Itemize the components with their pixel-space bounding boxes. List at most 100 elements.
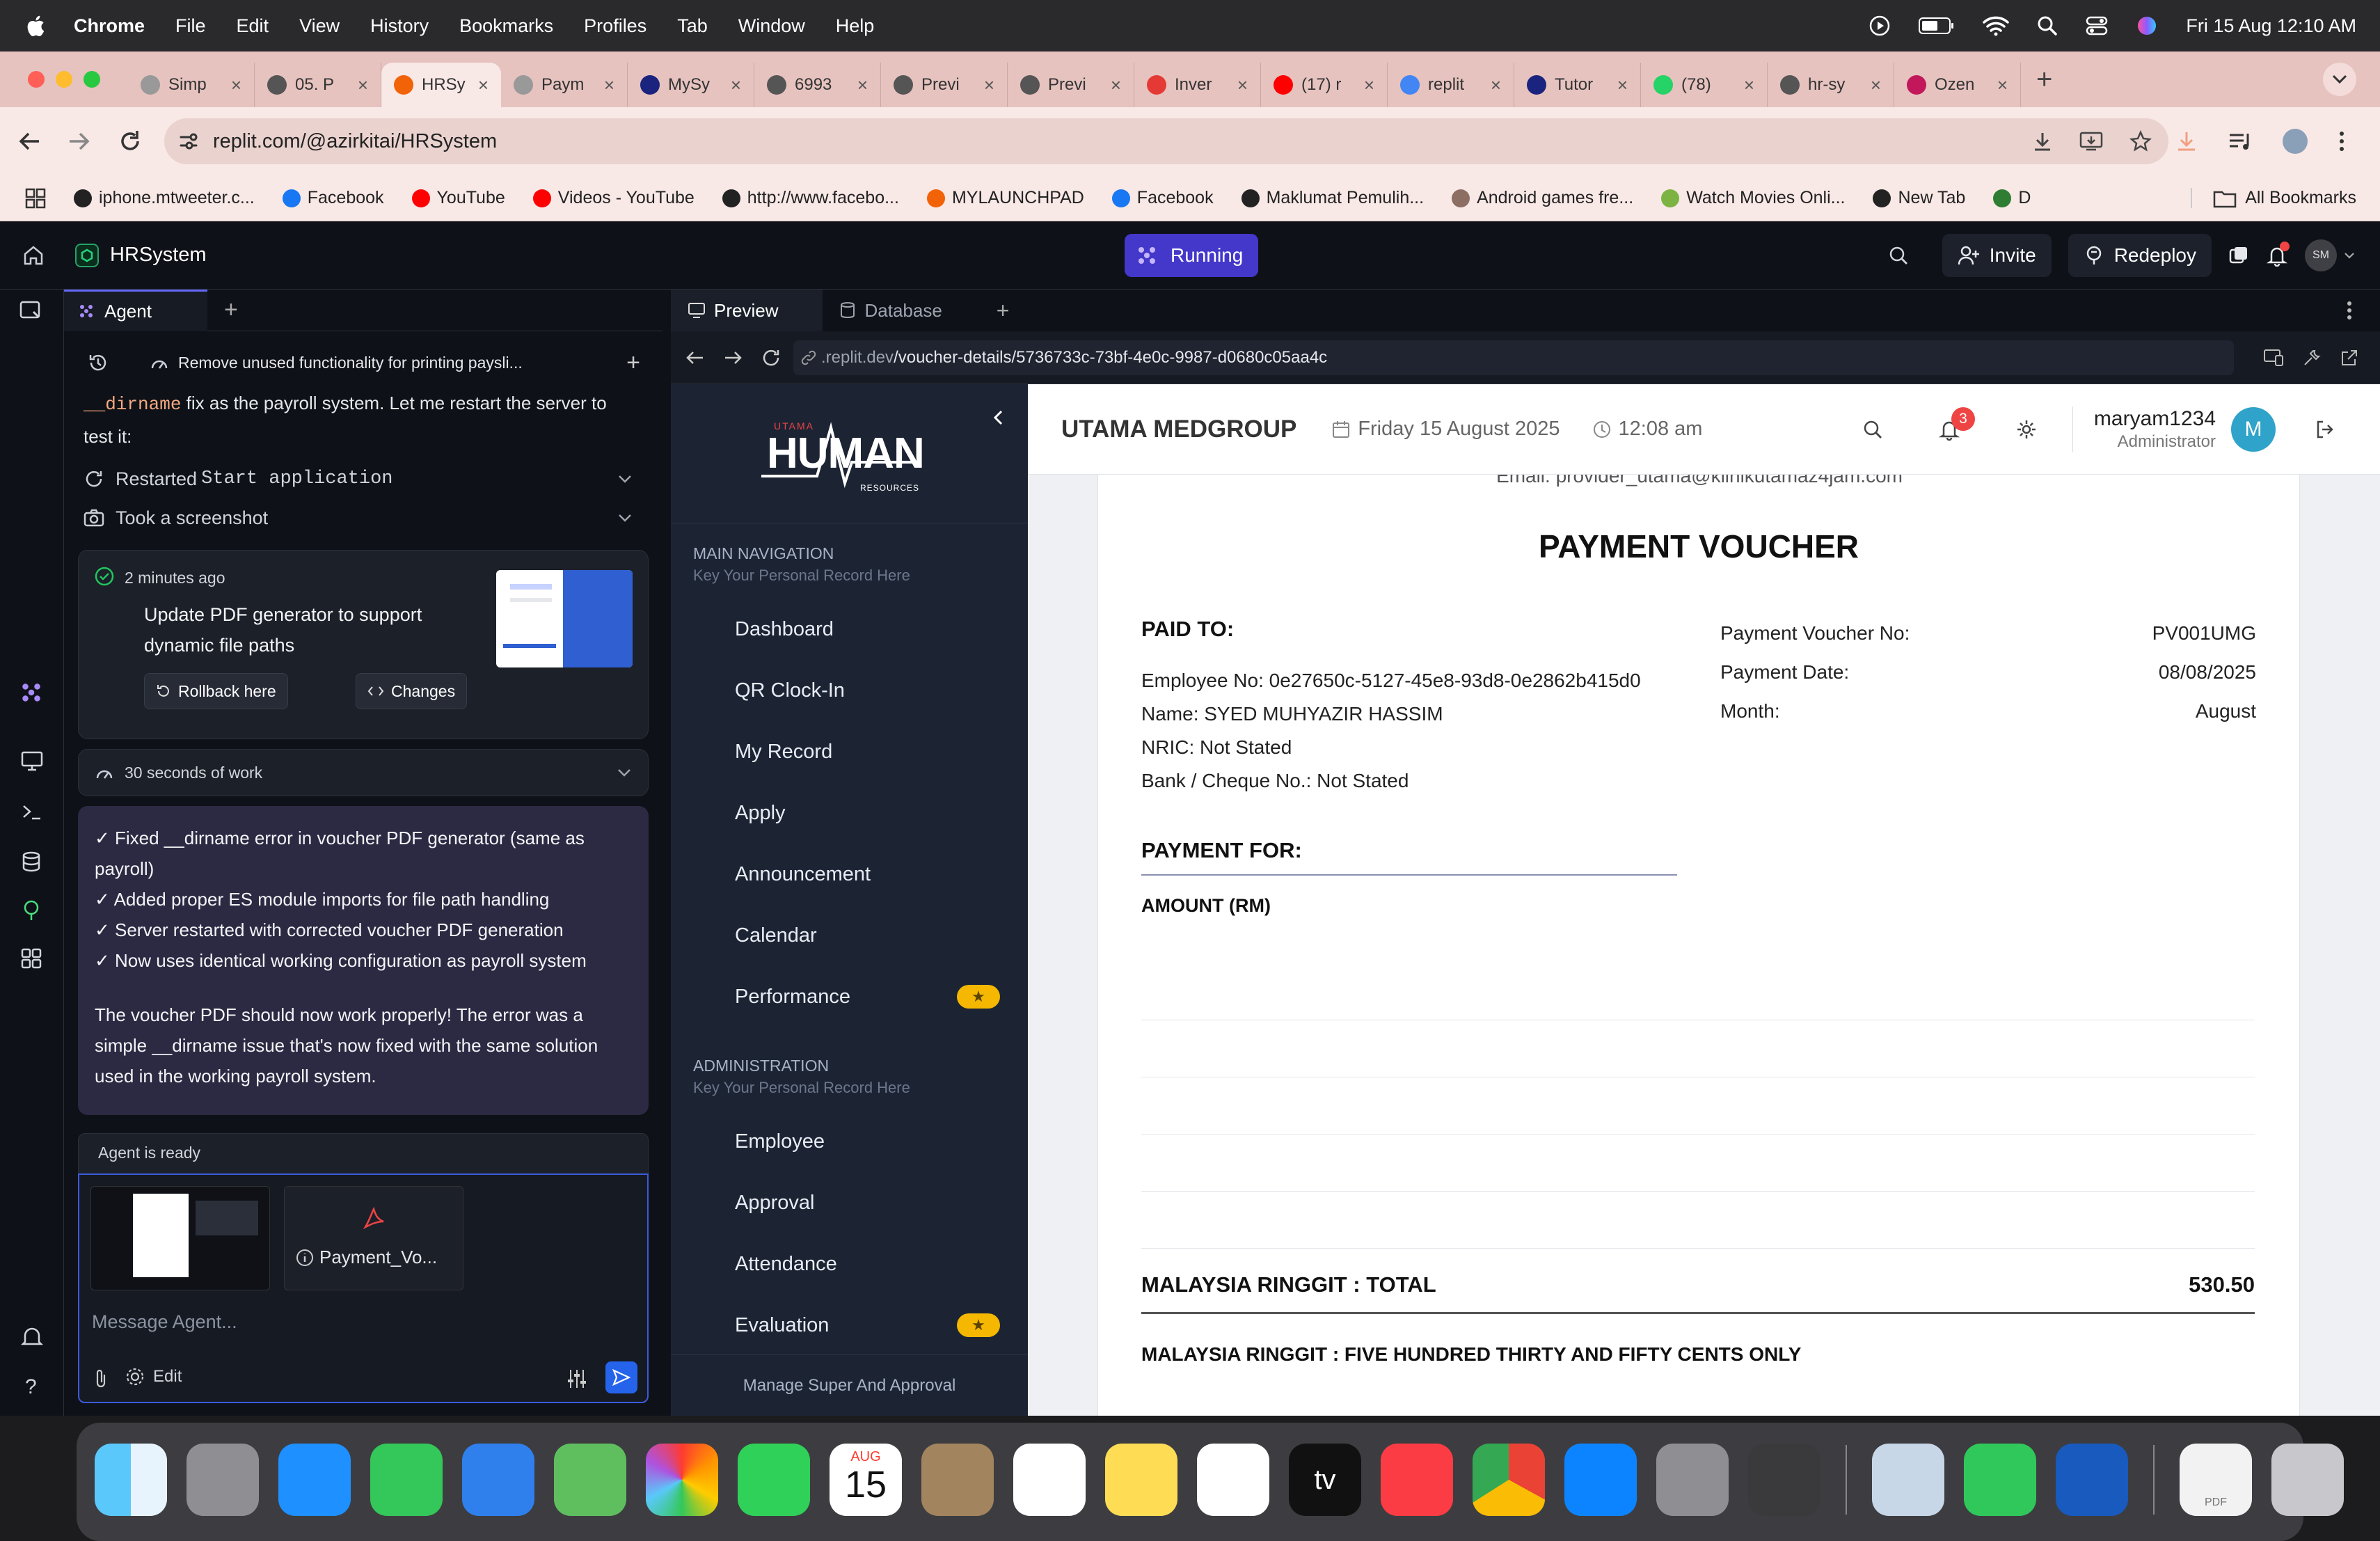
close-tab-icon[interactable]: ×: [977, 74, 994, 96]
battery-icon[interactable]: [1919, 17, 1955, 35]
tab-search-button[interactable]: [2323, 63, 2356, 96]
user-avatar[interactable]: M: [2231, 406, 2276, 452]
shell-icon[interactable]: [21, 802, 43, 821]
freeform-icon[interactable]: [1197, 1444, 1269, 1516]
word-icon[interactable]: [2056, 1444, 2128, 1516]
browser-tab[interactable]: Previ ×: [881, 63, 1008, 107]
close-tab-icon[interactable]: ×: [1104, 74, 1121, 96]
bookmark-item[interactable]: iphone.mtweeter.c...: [74, 188, 255, 208]
media-control-icon[interactable]: [2228, 131, 2252, 152]
notifications-button[interactable]: [2266, 241, 2290, 267]
close-tab-icon[interactable]: ×: [471, 74, 489, 96]
history-icon[interactable]: [88, 352, 109, 373]
bookmark-item[interactable]: Maklumat Pemulih...: [1241, 188, 1424, 208]
preview-url-field[interactable]: .replit.dev/voucher-details/5736733c-73b…: [793, 340, 2234, 375]
tab-agent[interactable]: Agent: [64, 289, 207, 331]
all-tools-icon[interactable]: [21, 948, 42, 969]
rollback-button[interactable]: Rollback here: [144, 673, 288, 709]
menu-file[interactable]: File: [175, 15, 206, 37]
sidebar-item-evaluation[interactable]: Evaluation ★: [671, 1295, 1028, 1356]
download-icon[interactable]: [2032, 131, 2053, 152]
checkpoint-thumbnail[interactable]: [496, 570, 633, 667]
back-icon[interactable]: [685, 349, 704, 366]
play-status-icon[interactable]: [1869, 15, 1891, 37]
menu-profiles[interactable]: Profiles: [584, 15, 646, 37]
menu-tab[interactable]: Tab: [677, 15, 708, 37]
numbers-icon[interactable]: [1964, 1444, 2036, 1516]
siri-icon[interactable]: [2136, 15, 2158, 37]
preview-monitor-icon[interactable]: [21, 750, 43, 771]
apple-icon[interactable]: [25, 14, 46, 38]
sidebar-item-apply[interactable]: Apply: [671, 782, 1028, 844]
add-tab-button[interactable]: +: [224, 297, 238, 324]
more-menu-icon[interactable]: [2338, 130, 2345, 152]
close-tab-icon[interactable]: ×: [1737, 74, 1754, 96]
music-icon[interactable]: [1381, 1444, 1453, 1516]
photos-icon[interactable]: [646, 1444, 718, 1516]
app-store-icon[interactable]: [1564, 1444, 1637, 1516]
search-icon[interactable]: [1888, 245, 1909, 266]
calendar-app-icon[interactable]: AUG 15: [830, 1444, 902, 1516]
attached-screenshot[interactable]: [90, 1186, 270, 1290]
clock-datetime[interactable]: Fri 15 Aug 12:10 AM: [2186, 15, 2356, 37]
apple-tv-icon[interactable]: tv: [1289, 1444, 1361, 1516]
sidebar-item-qr-clock-in[interactable]: QR Clock-In: [671, 660, 1028, 721]
sidebar-item-employee[interactable]: Employee: [671, 1111, 1028, 1172]
bookmark-item[interactable]: YouTube: [411, 188, 505, 208]
agent-icon[interactable]: [19, 681, 43, 704]
browser-tab[interactable]: 6993 ×: [754, 63, 881, 107]
bookmark-star-icon[interactable]: [2129, 130, 2152, 152]
close-tab-icon[interactable]: ×: [724, 74, 741, 96]
minimize-window-button[interactable]: [56, 71, 72, 88]
user-info[interactable]: maryam1234 Administrator: [2094, 407, 2216, 452]
sidebar-item-performance[interactable]: Performance ★: [671, 966, 1028, 1027]
help-icon[interactable]: ?: [25, 1375, 37, 1399]
browser-tab[interactable]: Previ ×: [1008, 63, 1134, 107]
browser-tab[interactable]: Ozen ×: [1894, 63, 2021, 107]
profile-avatar[interactable]: [2283, 129, 2308, 154]
devtools-wrench-icon[interactable]: [2302, 348, 2322, 368]
install-app-icon[interactable]: [2079, 131, 2103, 152]
maps-icon[interactable]: [554, 1444, 626, 1516]
browser-tab[interactable]: 05. P ×: [255, 63, 381, 107]
more-menu-icon[interactable]: [2347, 301, 2352, 320]
account-menu[interactable]: SM: [2305, 239, 2355, 271]
new-thread-button[interactable]: +: [626, 349, 640, 377]
database-icon[interactable]: [21, 851, 42, 873]
finder-icon[interactable]: [95, 1444, 167, 1516]
contacts-icon[interactable]: [921, 1444, 994, 1516]
open-new-tab-icon[interactable]: [2340, 348, 2359, 368]
menu-view[interactable]: View: [299, 15, 340, 37]
browser-tab[interactable]: Paym ×: [501, 63, 628, 107]
sliders-icon[interactable]: [566, 1368, 587, 1389]
pane-divider[interactable]: [663, 290, 671, 1416]
address-text[interactable]: replit.com/@azirkitai/HRSystem: [213, 130, 497, 153]
menu-app-name[interactable]: Chrome: [74, 15, 145, 37]
browser-tab[interactable]: MySy ×: [628, 63, 754, 107]
menu-bookmarks[interactable]: Bookmarks: [459, 15, 553, 37]
send-button[interactable]: [605, 1361, 637, 1393]
bookmark-item[interactable]: http://www.facebo...: [722, 188, 899, 208]
iphone-mirroring-icon[interactable]: [1748, 1444, 1820, 1516]
message-input[interactable]: Message Agent...: [92, 1311, 621, 1333]
sidebar-footer[interactable]: Manage Super And Approval: [671, 1354, 1028, 1416]
alerts-icon[interactable]: [21, 1327, 43, 1348]
browser-tab[interactable]: Simp ×: [128, 63, 255, 107]
tab-preview[interactable]: Preview: [671, 290, 823, 331]
launchpad-icon[interactable]: [187, 1444, 259, 1516]
changes-button[interactable]: Changes: [356, 673, 468, 709]
thread-title[interactable]: Remove unused functionality for printing…: [178, 354, 523, 372]
preview-app-icon[interactable]: [1872, 1444, 1944, 1516]
attached-pdf[interactable]: Payment_Vo...: [284, 1186, 463, 1290]
close-tab-icon[interactable]: ×: [1357, 74, 1374, 96]
zoom-window-button[interactable]: [84, 71, 100, 88]
browser-tab[interactable]: HRSy ×: [381, 63, 501, 107]
menu-help[interactable]: Help: [836, 15, 875, 37]
close-tab-icon[interactable]: ×: [224, 74, 241, 96]
project-title[interactable]: HRSystem: [75, 243, 207, 267]
panels-icon[interactable]: [2228, 245, 2249, 266]
collapse-sidebar-icon[interactable]: [992, 409, 1003, 426]
bookmark-item[interactable]: Facebook: [282, 188, 384, 208]
control-center-icon[interactable]: [2086, 15, 2108, 36]
browser-tab[interactable]: Tutor ×: [1514, 63, 1641, 107]
